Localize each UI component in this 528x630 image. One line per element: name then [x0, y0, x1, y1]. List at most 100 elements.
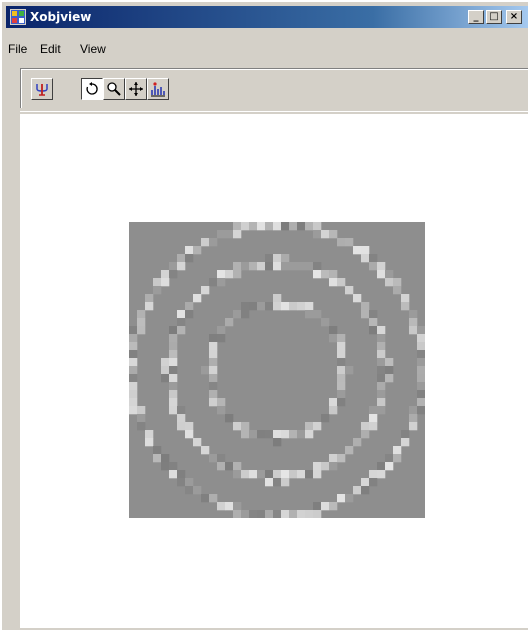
ring-pixel [217, 334, 226, 343]
ring-pixel [409, 318, 418, 327]
data-cursor-button[interactable] [147, 78, 169, 100]
ring-pixel [233, 270, 242, 279]
ring-pixel [193, 246, 202, 255]
ring-pixel [209, 454, 218, 463]
ring-pixel [417, 334, 425, 343]
ring-pixel [185, 302, 194, 311]
ring-pixel [385, 270, 394, 279]
ring-pixel [281, 262, 290, 271]
ring-pixel [417, 382, 425, 391]
ring-pixel [273, 302, 282, 311]
ring-pixel [169, 374, 178, 383]
ring-pixel [329, 278, 338, 287]
ring-pixel [265, 262, 274, 271]
ring-pixel [265, 478, 274, 487]
ring-pixel [345, 238, 354, 247]
rotate-button[interactable] [81, 78, 103, 100]
ring-pixel [329, 502, 338, 511]
ring-pixel [161, 358, 170, 367]
ring-pixel [337, 494, 346, 503]
maximize-icon: □ [489, 11, 499, 22]
ring-pixel [289, 430, 298, 439]
ring-pixel [377, 406, 386, 415]
menu-file[interactable]: File [8, 40, 27, 58]
ring-pixel [305, 310, 314, 319]
ring-pixel [377, 270, 386, 279]
ring-pixel [369, 470, 378, 479]
ring-pixel [305, 510, 314, 518]
ring-pixel [361, 246, 370, 255]
ring-pixel [193, 294, 202, 303]
ring-pixel [233, 510, 242, 518]
ring-pixel [377, 398, 386, 407]
ring-pixel [409, 414, 418, 423]
ring-pixel [185, 246, 194, 255]
ring-pixel [137, 310, 146, 319]
ring-pixel [361, 486, 370, 495]
ring-pixel [393, 454, 402, 463]
ring-pixel [393, 286, 402, 295]
app-window: Xobjview _ □ × File Edit View [0, 0, 528, 630]
ring-pixel [209, 390, 218, 399]
ring-pixel [209, 278, 218, 287]
close-button[interactable]: × [506, 10, 522, 24]
ring-pixel [289, 510, 298, 518]
ring-pixel [361, 254, 370, 263]
ring-pixel [337, 398, 346, 407]
ring-pixel [313, 470, 322, 479]
reset-view-button[interactable] [31, 78, 53, 100]
ring-pixel [305, 430, 314, 439]
ring-pixel [209, 342, 218, 351]
ring-pixel [377, 334, 386, 343]
ring-pixel [257, 222, 266, 231]
ring-pixel [401, 302, 410, 311]
menu-view[interactable]: View [80, 40, 106, 58]
ring-pixel [417, 326, 425, 335]
title-bar[interactable]: Xobjview _ □ × [6, 6, 528, 28]
ring-pixel [305, 422, 314, 431]
ring-pixel [209, 398, 218, 407]
ring-pixel [369, 318, 378, 327]
ring-pixel [169, 382, 178, 391]
pan-button[interactable] [125, 78, 147, 100]
ring-pixel [281, 430, 290, 439]
ring-pixel [289, 470, 298, 479]
ring-pixel [209, 494, 218, 503]
ring-pixel [201, 446, 210, 455]
ring-image[interactable] [129, 222, 425, 518]
ring-pixel [217, 270, 226, 279]
ring-pixel [393, 278, 402, 287]
rotate-icon [86, 82, 98, 95]
ring-pixel [353, 294, 362, 303]
zoom-button[interactable] [103, 78, 125, 100]
maximize-button[interactable]: □ [486, 10, 502, 24]
ring-pixel [297, 430, 306, 439]
app-icon [10, 9, 26, 25]
view-canvas[interactable] [20, 114, 528, 628]
ring-pixel [241, 470, 250, 479]
ring-pixel [233, 262, 242, 271]
ring-pixel [337, 390, 346, 399]
ring-pixel [161, 454, 170, 463]
ring-pixel [409, 422, 418, 431]
menu-edit[interactable]: Edit [40, 40, 61, 58]
minimize-button[interactable]: _ [468, 10, 484, 24]
ring-pixel [169, 462, 178, 471]
toolbar [20, 68, 528, 108]
ring-pixel [185, 430, 194, 439]
minimize-icon: _ [473, 11, 479, 22]
ring-pixel [249, 430, 258, 439]
ring-pixel [225, 270, 234, 279]
ring-pixel [233, 230, 242, 239]
fork-icon [36, 84, 48, 96]
ring-pixel [145, 294, 154, 303]
ring-pixel [201, 286, 210, 295]
ring-pixel [217, 230, 226, 239]
ring-pixel [129, 382, 138, 391]
ring-pixel [217, 462, 226, 471]
ring-pixel [209, 358, 218, 367]
ring-pixel [129, 350, 138, 359]
ring-pixel [209, 366, 218, 375]
ring-pixel [177, 414, 186, 423]
ring-pixel [265, 302, 274, 311]
